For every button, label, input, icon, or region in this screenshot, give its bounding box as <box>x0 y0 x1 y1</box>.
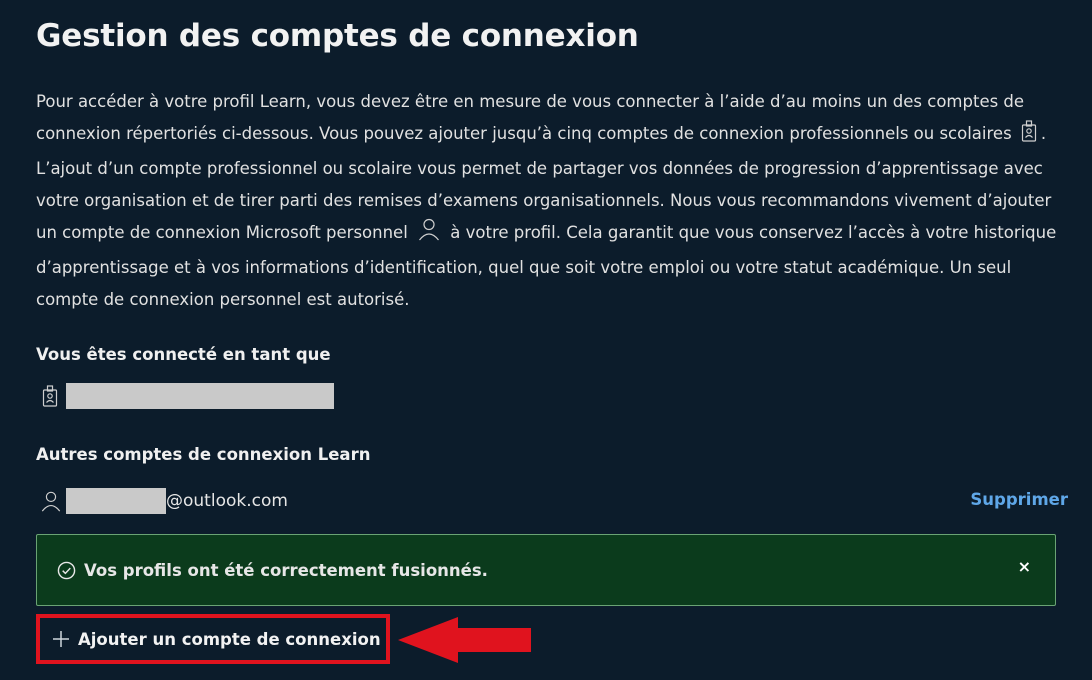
person-icon <box>40 489 62 513</box>
redacted-email <box>66 488 166 514</box>
close-icon[interactable]: × <box>1018 557 1031 576</box>
signed-in-label: Vous êtes connecté en tant que <box>36 345 331 364</box>
redacted-account <box>66 383 334 409</box>
success-alert: Vos profils ont été correctement fusionn… <box>36 534 1056 606</box>
work-badge-icon <box>1021 120 1037 153</box>
red-arrow-annotation <box>396 614 536 670</box>
intro-text-1: Pour accéder à votre profil Learn, vous … <box>36 92 1025 143</box>
success-message: Vos profils ont été correctement fusionn… <box>84 560 488 580</box>
intro-paragraph: Pour accéder à votre profil Learn, vous … <box>36 86 1066 316</box>
list-item: @outlook.com <box>36 487 288 515</box>
person-icon <box>417 217 441 252</box>
work-badge-icon <box>42 385 58 407</box>
add-account-button[interactable]: Ajouter un compte de connexion <box>36 614 390 664</box>
add-account-label: Ajouter un compte de connexion <box>78 629 381 649</box>
signed-in-account <box>36 382 334 410</box>
other-accounts-label: Autres comptes de connexion Learn <box>36 445 371 464</box>
account-email-suffix: @outlook.com <box>166 491 288 511</box>
remove-account-link[interactable]: Supprimer <box>970 490 1068 509</box>
plus-icon <box>52 630 70 648</box>
check-circle-icon <box>57 561 76 580</box>
page-title: Gestion des comptes de connexion <box>36 18 639 54</box>
